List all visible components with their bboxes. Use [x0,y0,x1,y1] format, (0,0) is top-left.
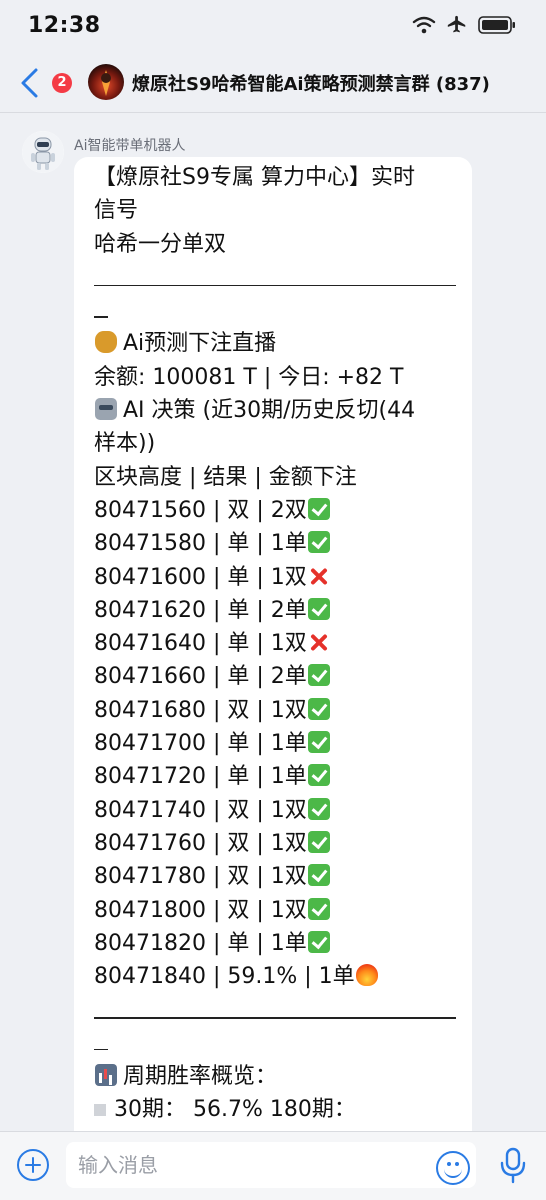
check-mark-icon [307,664,330,687]
status-icons [412,14,516,36]
result-row: 80471640 | 单 | 1双 [94,627,456,660]
separator [94,261,456,294]
unread-badge[interactable]: 2 [52,73,72,93]
result-row: 80471560 | 双 | 2双 [94,494,456,527]
result-row: 80471780 | 双 | 1双 [94,860,456,893]
result-row-text: 80471640 | 单 | 1双 [94,631,307,657]
winrate-partial: 30期： 56.7% 180期： [114,1097,356,1123]
check-mark-icon [307,864,330,887]
winrate-partial-line: 30期： 56.7% 180期： [94,1093,456,1126]
battery-icon [478,16,515,34]
input-bar: 输入消息 [0,1131,546,1200]
add-icon[interactable] [17,1149,49,1181]
table-header: 区块高度 | 结果 | 金额下注 [94,464,357,490]
check-mark-icon [307,597,330,620]
status-bar: 12:38 [0,0,546,54]
result-row-text: 80471780 | 双 | 1双 [94,864,307,890]
money-bag-icon [95,331,117,354]
game-name: 哈希一分单双 [94,231,227,257]
result-row-text: 80471680 | 双 | 1双 [94,697,307,723]
check-mark-icon [307,531,330,554]
result-row: 80471660 | 单 | 2单 [94,660,456,693]
result-row-text: 80471800 | 双 | 1双 [94,897,307,923]
decision-line-1: AI 决策 (近30期/历史反切(44 [94,394,456,427]
result-row-text: 80471600 | 单 | 1双 [94,564,307,590]
result-row-text: 80471760 | 双 | 1双 [94,830,307,856]
heading-line-1: 【燎原社S9专属 算力中心】实时 [94,165,415,190]
balance-line: 余额: 100081 T | 今日: +82 T [94,364,404,390]
check-mark-icon [307,497,330,520]
result-rows: 80471560 | 双 | 2双 80471580 | 单 | 1单 804716… [94,494,456,960]
microphone-icon[interactable] [498,1146,528,1186]
result-row: 80471620 | 单 | 2单 [94,594,456,627]
decision-line-2: 样本)) [94,431,156,457]
group-title[interactable]: 燎原社S9哈希智能Ai策略预测禁言群 (837) [132,70,490,96]
result-row-text: 80471740 | 双 | 1双 [94,797,307,823]
message-input[interactable]: 输入消息 [66,1142,476,1188]
result-row-text: 80471700 | 单 | 1单 [94,731,307,757]
result-row-text: 80471580 | 单 | 1单 [94,531,307,557]
heading-line-2: 信号 [94,198,139,224]
wifi-icon [412,16,436,34]
result-row: 80471580 | 单 | 1单 [94,527,456,560]
bullet-icon [94,1104,106,1117]
chat-header: 2 燎原社S9哈希智能Ai策略预测禁言群 (837) [0,54,546,112]
result-row: 80471740 | 双 | 1双 [94,794,456,827]
airplane-icon [447,15,466,33]
bar-chart-icon [95,1064,117,1087]
chat-area[interactable]: Ai智能带单机器人 【燎原社S9专属 算力中心】实时 信号 哈希一分单双 Ai预… [0,113,546,1132]
winrate-title: 周期胜率概览： [123,1064,278,1090]
bot-avatar[interactable] [22,131,64,173]
message-content: 【燎原社S9专属 算力中心】实时 信号 哈希一分单双 Ai预测下注直播 余额: … [94,161,456,1127]
result-row: 80471820 | 单 | 1单 [94,927,456,960]
result-row-text: 80471820 | 单 | 1单 [94,930,307,956]
result-row: 80471680 | 双 | 1双 [94,694,456,727]
live-title-line: Ai预测下注直播 [94,327,456,360]
result-row-text: 80471660 | 单 | 2单 [94,664,307,690]
live-title: Ai预测下注直播 [123,331,277,357]
robot-icon [95,398,117,421]
check-mark-icon [307,764,330,787]
result-row: 80471700 | 单 | 1单 [94,727,456,760]
last-row: 80471840 | 59.1% | 1单 [94,960,456,993]
check-mark-icon [307,731,330,754]
result-row: 80471600 | 单 | 1双 [94,561,456,594]
decision-text: AI 决策 (近30期/历史反切(44 [123,398,416,424]
check-mark-icon [307,830,330,853]
check-mark-icon [307,930,330,953]
check-mark-icon [307,697,330,720]
separator-2 [94,993,456,1026]
back-arrow-icon[interactable] [16,66,44,100]
group-avatar[interactable] [88,64,124,100]
cross-mark-icon [308,631,330,653]
result-row-text: 80471620 | 单 | 2单 [94,597,307,623]
winrate-title-line: 周期胜率概览： [94,1060,456,1093]
cross-mark-icon [308,565,330,587]
fire-icon [355,964,378,987]
check-mark-icon [307,797,330,820]
result-row-text: 80471560 | 双 | 2双 [94,497,307,523]
result-row: 80471800 | 双 | 1双 [94,894,456,927]
separator-tail [94,294,456,327]
separator-2-tail [94,1027,456,1060]
status-time: 12:38 [28,13,101,38]
result-row-text: 80471720 | 单 | 1单 [94,764,307,790]
check-mark-icon [307,897,330,920]
last-row-text: 80471840 | 59.1% | 1单 [94,964,355,990]
sender-name: Ai智能带单机器人 [74,138,186,154]
result-row: 80471720 | 单 | 1单 [94,760,456,793]
result-row: 80471760 | 双 | 1双 [94,827,456,860]
